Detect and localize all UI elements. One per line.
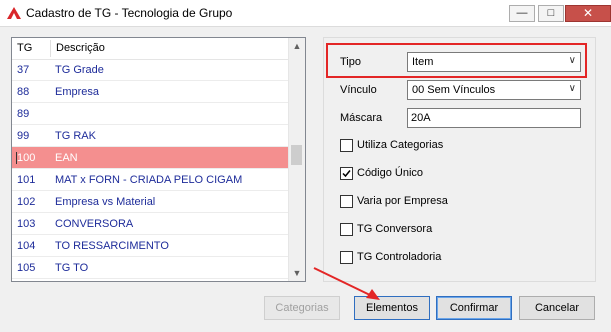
- row-tg: 100: [16, 152, 36, 164]
- row-descricao: MAT x FORN - CRIADA PELO CIGAM: [55, 174, 243, 186]
- row-descricao: EAN: [55, 152, 78, 164]
- close-icon: ✕: [582, 6, 594, 20]
- table-row[interactable]: 100 EAN: [12, 147, 290, 169]
- checkbox-label: Varia por Empresa: [357, 195, 448, 207]
- table-row[interactable]: 88 Empresa: [12, 81, 290, 103]
- checkbox-label: Utiliza Categorias: [357, 139, 444, 151]
- mascara-input[interactable]: [408, 109, 580, 127]
- mascara-label: Máscara: [340, 112, 383, 124]
- table-row[interactable]: 99 TG RAK: [12, 125, 290, 147]
- scroll-thumb[interactable]: [291, 145, 302, 165]
- checkbox[interactable]: [340, 195, 353, 208]
- checkbox-row[interactable]: Varia por Empresa: [340, 194, 490, 210]
- row-tg: 37: [17, 64, 30, 76]
- checkmark-icon: [342, 170, 351, 178]
- checkbox-label: Código Único: [357, 167, 424, 179]
- list-scrollbar[interactable]: ▲ ▼: [288, 38, 305, 281]
- maximize-button[interactable]: □: [538, 5, 564, 22]
- checkbox[interactable]: [340, 251, 353, 264]
- row-tg: 99: [17, 130, 30, 142]
- maximize-icon: □: [547, 7, 555, 19]
- row-tg: 89: [17, 108, 30, 120]
- categorias-button[interactable]: Categorias: [264, 296, 340, 320]
- vinculo-select[interactable]: 00 Sem Vínculos ∨: [407, 80, 581, 100]
- table-row[interactable]: 37 TG Grade: [12, 59, 290, 81]
- table-row[interactable]: 102 Empresa vs Material: [12, 191, 290, 213]
- confirmar-button[interactable]: Confirmar: [436, 296, 512, 320]
- vinculo-value: 00 Sem Vínculos: [412, 84, 496, 96]
- scroll-down-icon[interactable]: ▼: [289, 265, 305, 281]
- row-descricao: TG RAK: [55, 130, 96, 142]
- list-rows: 37 TG Grade 88 Empresa 89 99 TG RAK 100 EAN 101 MA…: [12, 59, 290, 279]
- row-descricao: TG Grade: [55, 64, 104, 76]
- title-bar: Cadastro de TG - Tecnologia de Grupo — □…: [0, 0, 611, 27]
- row-descricao: Empresa: [55, 86, 100, 98]
- column-header-tg[interactable]: TG: [17, 42, 32, 54]
- row-tg: 103: [17, 218, 36, 230]
- minimize-button[interactable]: —: [509, 5, 535, 22]
- column-divider[interactable]: [50, 40, 51, 57]
- row-descricao: TO RESSARCIMENTO: [55, 240, 169, 252]
- app-icon: [7, 7, 21, 19]
- scroll-up-icon[interactable]: ▲: [289, 38, 305, 54]
- table-row[interactable]: 101 MAT x FORN - CRIADA PELO CIGAM: [12, 169, 290, 191]
- row-descricao: Empresa vs Material: [55, 196, 156, 208]
- column-header-descricao[interactable]: Descrição: [56, 42, 105, 54]
- row-tg: 105: [17, 262, 36, 274]
- elementos-button[interactable]: Elementos: [354, 296, 430, 320]
- vinculo-label: Vínculo: [340, 84, 377, 96]
- table-row[interactable]: 104 TO RESSARCIMENTO: [12, 235, 290, 257]
- row-tg: 104: [17, 240, 36, 252]
- checkbox-row[interactable]: TG Controladoria: [340, 250, 490, 266]
- row-tg: 101: [17, 174, 36, 186]
- checkbox-row[interactable]: Código Único: [340, 166, 490, 182]
- close-button[interactable]: ✕: [565, 5, 611, 22]
- row-descricao: CONVERSORA: [55, 218, 134, 230]
- row-tg: 102: [17, 196, 36, 208]
- table-row[interactable]: 103 CONVERSORA: [12, 213, 290, 235]
- checkbox-row[interactable]: TG Conversora: [340, 222, 490, 238]
- checkbox[interactable]: [340, 223, 353, 236]
- table-row[interactable]: 105 TG TO: [12, 257, 290, 279]
- mascara-field[interactable]: [407, 108, 581, 128]
- checkbox-label: TG Controladoria: [357, 251, 442, 263]
- table-row[interactable]: 89: [12, 103, 290, 125]
- checkbox[interactable]: [340, 139, 353, 152]
- checkbox-row[interactable]: Utiliza Categorias: [340, 138, 490, 154]
- minimize-icon: —: [516, 7, 528, 19]
- chevron-down-icon: ∨: [568, 83, 576, 94]
- tg-list[interactable]: TG Descrição 37 TG Grade 88 Empresa 89 99 TG R…: [11, 37, 306, 282]
- checkbox-checked[interactable]: [340, 167, 353, 180]
- cancelar-button[interactable]: Cancelar: [519, 296, 595, 320]
- checkbox-label: TG Conversora: [357, 223, 433, 235]
- window-title: Cadastro de TG - Tecnologia de Grupo: [26, 6, 233, 20]
- row-tg: 88: [17, 86, 30, 98]
- list-header: TG Descrição: [12, 38, 290, 60]
- highlight-box: [326, 43, 587, 78]
- row-descricao: TG TO: [55, 262, 89, 274]
